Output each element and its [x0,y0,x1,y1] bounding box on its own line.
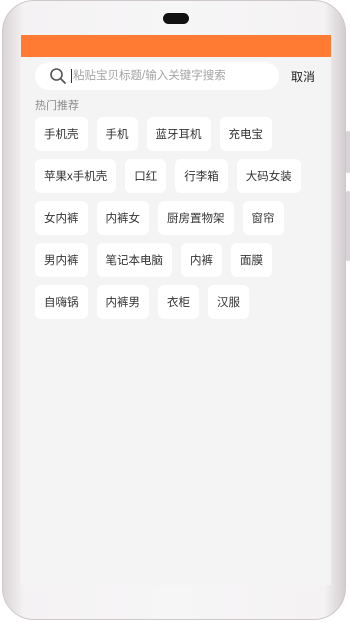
hot-tag[interactable]: 手机 [96,117,138,151]
hot-tag[interactable]: 男内裤 [35,243,88,277]
hot-tag[interactable]: 手机壳 [35,117,88,151]
hot-tag[interactable]: 口红 [125,159,167,193]
search-box[interactable] [35,62,279,90]
hot-tag[interactable]: 女内裤 [35,201,88,235]
hot-recommend-title: 热门推荐 [35,100,79,112]
screen: 取消 热门推荐 手机壳 手机 蓝牙耳机 充电宝 苹果x手机壳 口红 行李箱 大码… [21,35,331,585]
hot-tag[interactable]: 衣柜 [158,285,199,319]
power-button [346,191,350,261]
tag-row: 女内裤 内裤女 厨房置物架 窗帘 [35,201,325,235]
status-bar [21,35,331,57]
hot-tag[interactable]: 蓝牙耳机 [146,117,211,151]
hot-tag[interactable]: 厨房置物架 [158,201,234,235]
hot-tag[interactable]: 内裤女 [96,201,149,235]
hot-tag[interactable]: 面膜 [231,243,272,277]
earpiece-speaker [163,13,189,24]
hot-tag[interactable]: 内裤男 [96,285,149,319]
hot-tag[interactable]: 行李箱 [175,159,228,193]
hot-tag[interactable]: 汉服 [208,285,249,319]
cancel-button[interactable]: 取消 [291,68,315,85]
hot-tags: 手机壳 手机 蓝牙耳机 充电宝 苹果x手机壳 口红 行李箱 大码女装 女内裤 内… [35,117,325,327]
hot-tag[interactable]: 大码女装 [236,159,301,193]
text-cursor [71,69,72,83]
hot-tag[interactable]: 自嗨锅 [35,285,88,319]
search-icon [50,68,66,84]
tag-row: 自嗨锅 内裤男 衣柜 汉服 [35,285,325,319]
tag-row: 苹果x手机壳 口红 行李箱 大码女装 [35,159,325,193]
search-input[interactable] [73,66,273,86]
search-bar: 取消 [21,62,331,92]
hot-tag[interactable]: 内裤 [181,243,222,277]
hot-tag[interactable]: 苹果x手机壳 [35,159,117,193]
volume-button [346,131,350,173]
hot-tag[interactable]: 笔记本电脑 [96,243,172,277]
hot-tag[interactable]: 充电宝 [219,117,272,151]
tag-row: 手机壳 手机 蓝牙耳机 充电宝 [35,117,325,151]
tag-row: 男内裤 笔记本电脑 内裤 面膜 [35,243,325,277]
phone-frame: 取消 热门推荐 手机壳 手机 蓝牙耳机 充电宝 苹果x手机壳 口红 行李箱 大码… [2,0,350,620]
hot-tag[interactable]: 窗帘 [242,201,284,235]
